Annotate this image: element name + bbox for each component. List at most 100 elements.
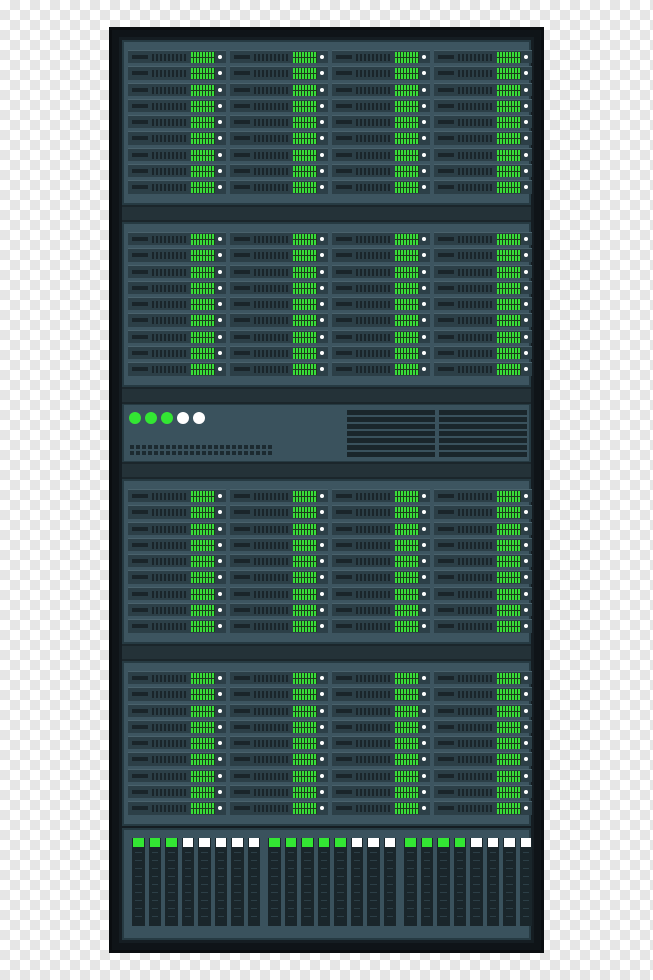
blade-handle bbox=[132, 724, 148, 729]
drive-sled bbox=[453, 838, 466, 926]
blade-status-led bbox=[218, 302, 222, 307]
server-blade bbox=[332, 785, 430, 799]
blade-handle bbox=[234, 351, 250, 356]
blade-readout bbox=[293, 556, 317, 568]
blade-vent bbox=[356, 723, 392, 731]
blade-handle bbox=[132, 351, 148, 356]
server-blade bbox=[434, 687, 532, 701]
blade-handle bbox=[132, 103, 148, 108]
server-blade bbox=[434, 619, 532, 633]
blade-handle bbox=[336, 510, 352, 515]
blade-handle bbox=[336, 55, 352, 59]
blade-status-led bbox=[422, 790, 426, 795]
blade-vent bbox=[458, 574, 494, 582]
blade-vent bbox=[254, 623, 290, 631]
blade-handle bbox=[234, 285, 250, 290]
status-led bbox=[177, 412, 189, 424]
blade-handle bbox=[132, 741, 148, 746]
blade-handle bbox=[336, 806, 352, 811]
blade-readout bbox=[293, 117, 317, 129]
server-blade bbox=[230, 505, 328, 519]
blade-readout bbox=[293, 572, 317, 584]
blade-status-led bbox=[218, 624, 222, 629]
blade-handle bbox=[438, 510, 454, 515]
blade-status-led bbox=[320, 624, 324, 629]
server-blade bbox=[128, 586, 226, 601]
server-blade bbox=[434, 82, 532, 96]
blade-handle bbox=[336, 71, 352, 76]
blade-vent bbox=[254, 607, 290, 615]
blade-vent bbox=[152, 350, 188, 358]
blade-readout bbox=[293, 182, 317, 194]
blade-readout bbox=[395, 689, 419, 701]
blade-readout bbox=[293, 705, 317, 717]
server-blade bbox=[434, 537, 532, 552]
blade-readout bbox=[395, 507, 419, 519]
blade-status-led bbox=[422, 169, 426, 174]
blade-readout bbox=[395, 100, 419, 112]
blade-vent bbox=[152, 168, 188, 176]
blade-vent bbox=[152, 675, 188, 682]
drive-slot bbox=[386, 852, 393, 922]
blade-readout bbox=[497, 523, 521, 535]
blade-handle bbox=[234, 87, 250, 92]
blade-vent bbox=[152, 151, 188, 159]
blade-status-led bbox=[320, 692, 324, 697]
blade-readout bbox=[497, 52, 521, 63]
server-blade bbox=[434, 521, 532, 535]
server-blade bbox=[332, 264, 430, 278]
server-blade bbox=[434, 248, 532, 262]
blade-status-led bbox=[320, 351, 324, 356]
blade-handle bbox=[132, 318, 148, 323]
blade-column bbox=[230, 489, 328, 633]
blade-vent bbox=[458, 102, 494, 110]
server-blade bbox=[128, 50, 226, 64]
drive-slot bbox=[217, 852, 224, 922]
blade-readout bbox=[191, 68, 215, 80]
blade-vent bbox=[254, 70, 290, 78]
blade-handle bbox=[438, 136, 454, 141]
blade-readout bbox=[293, 250, 317, 262]
drive-led bbox=[166, 838, 177, 847]
blade-vent bbox=[152, 789, 188, 797]
blade-handle bbox=[132, 559, 148, 564]
blade-status-led bbox=[320, 367, 324, 372]
blade-handle bbox=[438, 542, 454, 547]
blade-status-led bbox=[524, 692, 528, 697]
blade-vent bbox=[152, 756, 188, 764]
blade-handle bbox=[438, 676, 454, 680]
blade-readout bbox=[497, 673, 521, 684]
blade-status-led bbox=[320, 71, 324, 76]
server-blade bbox=[128, 82, 226, 96]
blade-status-led bbox=[218, 152, 222, 157]
blade-handle bbox=[438, 806, 454, 811]
blade-status-led bbox=[218, 757, 222, 762]
blade-status-led bbox=[218, 87, 222, 92]
blade-vent bbox=[356, 707, 392, 715]
server-blade bbox=[128, 131, 226, 145]
server-blade bbox=[230, 147, 328, 162]
blade-vent bbox=[356, 574, 392, 582]
blade-readout bbox=[395, 754, 419, 766]
server-blade bbox=[128, 768, 226, 783]
blade-handle bbox=[132, 510, 148, 515]
drive-slot bbox=[489, 852, 496, 922]
server-blade bbox=[434, 603, 532, 617]
server-blade bbox=[230, 554, 328, 568]
rack-gap bbox=[122, 205, 531, 222]
server-blade bbox=[332, 521, 430, 535]
server-blade bbox=[332, 66, 430, 80]
server-blade bbox=[332, 687, 430, 701]
blade-readout bbox=[293, 523, 317, 535]
server-blade bbox=[332, 586, 430, 601]
blade-handle bbox=[132, 624, 148, 629]
server-blade bbox=[128, 554, 226, 568]
blade-status-led bbox=[218, 510, 222, 515]
blade-column bbox=[128, 232, 226, 376]
blade-readout bbox=[191, 523, 215, 535]
blade-readout bbox=[191, 266, 215, 278]
blade-status-led bbox=[320, 87, 324, 92]
server-blade bbox=[230, 719, 328, 734]
blade-status-led bbox=[320, 741, 324, 746]
blade-vent bbox=[254, 135, 290, 143]
